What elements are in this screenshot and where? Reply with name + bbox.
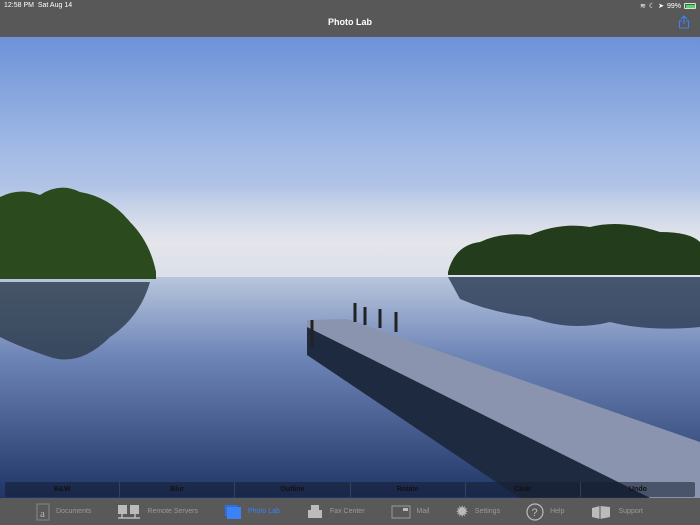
gear-icon: ✹ — [455, 503, 469, 521]
bw-button[interactable]: B&W — [5, 482, 121, 497]
rotate-button[interactable]: Rotate — [351, 482, 466, 497]
fax-icon — [307, 504, 322, 518]
photo-icon — [224, 504, 241, 519]
share-icon[interactable] — [678, 15, 690, 29]
clear-button[interactable]: Clear — [466, 482, 581, 497]
photo-tools-toolbar: B&W Blur Outline Rotate Clear Undo — [5, 482, 695, 497]
page-title: Photo Lab — [328, 17, 372, 27]
tab-label: Support — [618, 508, 644, 515]
tab-help[interactable]: ? Help — [526, 502, 565, 521]
moon-icon: ☾ — [648, 3, 656, 10]
tab-label: Fax Center — [329, 508, 365, 515]
battery-icon — [684, 3, 696, 9]
tab-settings[interactable]: ✹ Settings — [455, 502, 500, 522]
location-icon: ➤ — [658, 3, 664, 10]
tab-label: Mail — [416, 508, 430, 515]
support-icon — [592, 505, 611, 519]
date: Sat Aug 14 — [37, 2, 73, 9]
undo-button[interactable]: Undo — [581, 482, 695, 497]
tab-bar: a Documents Remote Servers Photo Lab Fax… — [0, 498, 700, 525]
time: 12:58 PM — [4, 2, 34, 9]
tab-support[interactable]: Support — [590, 504, 643, 520]
status-bar-time: 12:58 PM Sat Aug 14 — [4, 2, 72, 9]
tab-label: Documents — [56, 508, 92, 515]
tab-mail[interactable]: Mail — [391, 505, 430, 519]
outline-button[interactable]: Outline — [235, 482, 351, 497]
photo-canvas[interactable] — [0, 37, 700, 498]
tab-label: Photo Lab — [247, 508, 280, 515]
blur-button[interactable]: Blur — [120, 482, 236, 497]
battery-percent: 99% — [666, 2, 681, 10]
tab-label: Help — [550, 508, 565, 515]
top-bar: 12:58 PM Sat Aug 14 ≋ ☾ ➤ 99% Photo Lab — [0, 0, 700, 37]
svg-text:?: ? — [532, 507, 538, 519]
svg-text:a: a — [40, 508, 45, 520]
mail-icon — [391, 505, 411, 518]
tab-documents[interactable]: a Documents — [36, 503, 91, 521]
tab-label: Settings — [474, 508, 501, 515]
tab-photo-lab[interactable]: Photo Lab — [224, 504, 280, 520]
tab-label: Remote Servers — [147, 508, 198, 515]
status-bar-right: ≋ ☾ ➤ 99% — [640, 2, 696, 10]
wifi-icon: ≋ — [639, 3, 646, 10]
servers-icon — [118, 504, 141, 519]
tab-fax-center[interactable]: Fax Center — [306, 504, 365, 520]
tab-remote-servers[interactable]: Remote Servers — [117, 504, 198, 520]
document-icon: a — [36, 503, 50, 520]
help-icon: ? — [526, 502, 544, 521]
